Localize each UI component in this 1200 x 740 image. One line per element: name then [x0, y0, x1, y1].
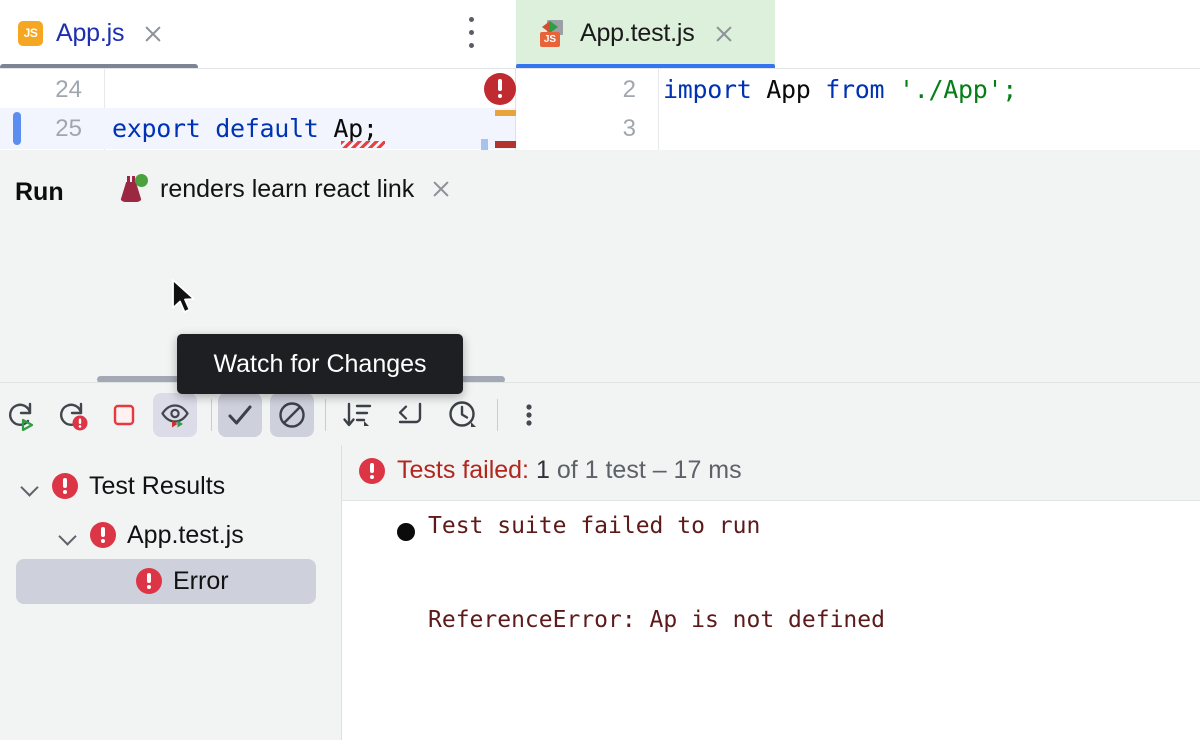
code-line: 24: [0, 69, 515, 110]
js-file-icon: JS: [18, 21, 44, 47]
keyword-import: import: [663, 75, 752, 104]
editor-tab-label: App.js: [56, 19, 124, 48]
ide-window: JS App.js JS App.test.js: [0, 0, 1200, 590]
output-line-reference-error: ReferenceError: Ap is not defined: [428, 607, 885, 633]
chevron-down-icon[interactable]: [18, 474, 42, 498]
stop-button[interactable]: [102, 393, 146, 437]
tree-node-label: App.test.js: [127, 521, 244, 550]
editor-pane-app-js[interactable]: 24 25 export default Ap;: [0, 68, 515, 151]
more-options-button[interactable]: [507, 393, 551, 437]
output-line-suite-failed: Test suite failed to run: [428, 513, 760, 539]
sort-by-duration-button[interactable]: [335, 393, 379, 437]
bullet-icon: [397, 523, 415, 541]
error-status-icon: [359, 458, 385, 484]
test-output-console[interactable]: Test suite failed to run ReferenceError:…: [342, 501, 1200, 740]
editor-pane-app-test-js[interactable]: 2 import App from './App'; 3: [516, 68, 1200, 151]
rerun-icon: [6, 399, 38, 431]
keyword-from: from: [825, 75, 884, 104]
code-text: import App from './App';: [663, 75, 1017, 104]
show-passed-button[interactable]: [218, 393, 262, 437]
line-number: 2: [516, 76, 636, 104]
error-status-icon: [136, 568, 162, 594]
test-flask-icon: [118, 174, 148, 204]
run-tab-label: renders learn react link: [160, 175, 414, 204]
clock-icon: [447, 399, 479, 431]
test-history-button[interactable]: [441, 393, 485, 437]
caret-stripe: [481, 139, 488, 150]
test-results-tree[interactable]: Test Results App.test.js Error: [0, 445, 341, 740]
tree-node-label: Test Results: [89, 472, 225, 501]
mouse-cursor: [171, 278, 197, 316]
error-marker-icon[interactable]: [484, 73, 516, 105]
collapse-arrow-icon: [394, 399, 426, 431]
line-number: 3: [516, 115, 636, 143]
tests-total-text: of 1 test – 17 ms: [550, 456, 742, 484]
js-test-file-icon: JS: [540, 20, 568, 48]
code-line: 2 import App from './App';: [516, 69, 1200, 110]
show-ignored-button[interactable]: [270, 393, 314, 437]
expand-collapse-button[interactable]: [388, 393, 432, 437]
run-configuration-tab[interactable]: renders learn react link: [118, 174, 452, 204]
tooltip: Watch for Changes: [177, 334, 463, 394]
tree-node-error[interactable]: Error: [136, 562, 229, 600]
divider: [325, 399, 326, 431]
test-output-pane[interactable]: Tests failed: 1 of 1 test – 17 ms Test s…: [342, 445, 1200, 740]
tests-failed-label: Tests failed:: [397, 456, 529, 484]
identifier-ap: Ap;: [333, 114, 377, 143]
tree-node-test-results[interactable]: Test Results: [18, 467, 225, 505]
string-path: './App';: [884, 75, 1017, 104]
keyword-export: export: [112, 114, 201, 143]
divider: [211, 399, 212, 431]
run-toolbar: [0, 393, 1200, 443]
error-squiggle: [341, 141, 385, 148]
watch-for-changes-button[interactable]: [153, 393, 197, 437]
line-number: 25: [0, 115, 82, 143]
run-tool-window-header: Run renders learn react link: [0, 150, 1200, 233]
editor-tab-app-js[interactable]: JS App.js: [0, 0, 515, 67]
keyword-default: default: [215, 114, 318, 143]
close-icon[interactable]: [430, 178, 452, 200]
divider: [497, 399, 498, 431]
rerun-failed-icon: [57, 399, 89, 431]
stop-icon: [108, 399, 140, 431]
tooltip-text: Watch for Changes: [213, 350, 426, 379]
circle-slash-icon: [276, 399, 308, 431]
code-line: 25 export default Ap;: [0, 108, 515, 149]
kebab-menu-icon: [513, 399, 545, 431]
editor-area: JS App.js JS App.test.js: [0, 0, 1200, 150]
editor-tab-label: App.test.js: [580, 19, 695, 48]
editor-tab-options-icon[interactable]: [469, 17, 475, 49]
tree-node-app-test-js[interactable]: App.test.js: [56, 516, 244, 554]
code-line: 3: [516, 108, 1200, 149]
close-icon[interactable]: [713, 23, 735, 45]
checkmark-icon: [224, 399, 256, 431]
identifier-app: App: [752, 75, 826, 104]
close-icon[interactable]: [142, 23, 164, 45]
test-summary-header: Tests failed: 1 of 1 test – 17 ms: [342, 445, 1200, 501]
error-status-icon: [90, 522, 116, 548]
eye-icon: [159, 399, 191, 431]
rerun-button[interactable]: [0, 393, 44, 437]
tree-node-label: Error: [173, 567, 229, 596]
tests-failed-count: 1: [536, 456, 550, 484]
test-summary-text: Tests failed: 1 of 1 test – 17 ms: [397, 456, 742, 485]
chevron-down-icon[interactable]: [56, 523, 80, 547]
sort-descending-icon: [341, 399, 373, 431]
editor-tab-bar: JS App.js JS App.test.js: [0, 0, 1200, 67]
editor-tab-app-test-js[interactable]: JS App.test.js: [516, 0, 775, 67]
line-number: 24: [0, 76, 82, 104]
run-content: Test Results App.test.js Error: [0, 445, 1200, 740]
error-status-icon: [52, 473, 78, 499]
rerun-failed-tests-button[interactable]: [51, 393, 95, 437]
code-text: export default Ap;: [112, 114, 378, 143]
run-tool-window-title: Run: [15, 178, 64, 207]
